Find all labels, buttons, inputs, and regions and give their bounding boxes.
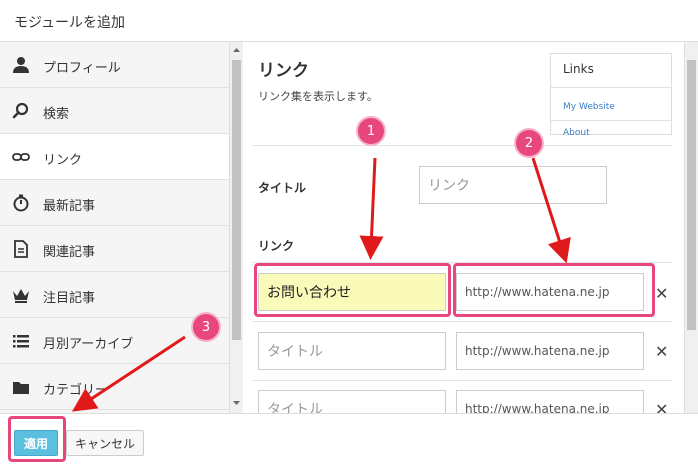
module-description: リンク集を表示します。 — [258, 90, 378, 103]
annotation-badge-2: 2 — [516, 130, 542, 156]
sidebar-item-label: 最新記事 — [43, 199, 96, 214]
main-scrollbar-thumb[interactable] — [687, 60, 696, 330]
highlight-apply-button — [8, 416, 66, 462]
preview-title: Links — [563, 62, 594, 76]
preview-link[interactable]: My Website — [563, 102, 615, 112]
dialog-title-bar: モジュールを追加 — [0, 0, 698, 42]
sidebar-item-search[interactable]: 検索 — [0, 88, 229, 134]
divider — [252, 145, 672, 146]
sidebar-item-category[interactable]: カテゴリー — [0, 364, 229, 410]
crown-icon — [13, 289, 29, 303]
sidebar-item-profile[interactable]: プロフィール — [0, 42, 229, 88]
document-icon — [14, 240, 28, 258]
sidebar-item-label: 注目記事 — [43, 291, 96, 306]
links-preview: Links My Website About — [550, 53, 672, 138]
delete-row-icon[interactable]: ✕ — [655, 284, 668, 303]
scroll-up-arrow-icon[interactable] — [232, 45, 241, 55]
stopwatch-icon — [13, 194, 29, 212]
sidebar-item-recent-posts[interactable]: 最新記事 — [0, 180, 229, 226]
module-sidebar: プロフィール 検索 リンク 最新記事 関連記事 注目記事 月別アーカイブ カテゴ… — [0, 42, 230, 413]
cancel-button[interactable]: キャンセル — [66, 430, 144, 456]
sidebar-item-related-posts[interactable]: 関連記事 — [0, 226, 229, 272]
preview-divider — [551, 87, 671, 88]
highlight-link-url — [453, 263, 655, 317]
link-url-input[interactable]: http://www.hatena.ne.jp — [456, 332, 644, 370]
link-icon — [12, 153, 30, 161]
sidebar-scrollbar-thumb[interactable] — [232, 60, 241, 340]
sidebar-item-label: 月別アーカイブ — [43, 337, 134, 352]
scroll-down-arrow-icon[interactable] — [232, 398, 241, 408]
link-url-input[interactable]: http://www.hatena.ne.jp — [456, 390, 644, 413]
module-settings-panel: リンク リンク集を表示します。 Links My Website About タ… — [244, 42, 684, 413]
delete-row-icon[interactable]: ✕ — [655, 342, 668, 361]
sidebar-item-featured-posts[interactable]: 注目記事 — [0, 272, 229, 318]
divider — [252, 380, 672, 381]
list-icon — [13, 335, 29, 348]
title-input[interactable]: リンク — [419, 166, 607, 204]
preview-link[interactable]: About — [563, 129, 590, 138]
title-field-label: タイトル — [258, 181, 307, 195]
delete-row-icon[interactable]: ✕ — [655, 400, 668, 413]
search-icon — [12, 102, 29, 119]
divider — [252, 321, 672, 322]
sidebar-item-label: 検索 — [43, 107, 70, 122]
sidebar-item-label: カテゴリー — [43, 383, 109, 398]
add-module-dialog: モジュールを追加 プロフィール 検索 リンク 最新記事 関連記事 注目記事 月別… — [0, 0, 698, 467]
links-field-label: リンク — [258, 239, 295, 253]
person-icon — [13, 57, 29, 73]
annotation-badge-3: 3 — [193, 314, 219, 340]
link-title-input[interactable]: タイトル — [258, 332, 446, 370]
sidebar-item-link[interactable]: リンク — [0, 134, 229, 180]
preview-divider — [551, 120, 671, 121]
highlight-link-title — [254, 263, 451, 317]
link-title-input[interactable]: タイトル — [258, 390, 446, 413]
folder-icon — [13, 382, 29, 394]
module-title: リンク — [258, 61, 309, 81]
annotation-badge-1: 1 — [358, 118, 384, 144]
sidebar-item-label: プロフィール — [43, 61, 121, 76]
sidebar-item-label: リンク — [43, 153, 83, 168]
dialog-title: モジュールを追加 — [14, 15, 126, 31]
sidebar-item-label: 関連記事 — [43, 245, 96, 260]
